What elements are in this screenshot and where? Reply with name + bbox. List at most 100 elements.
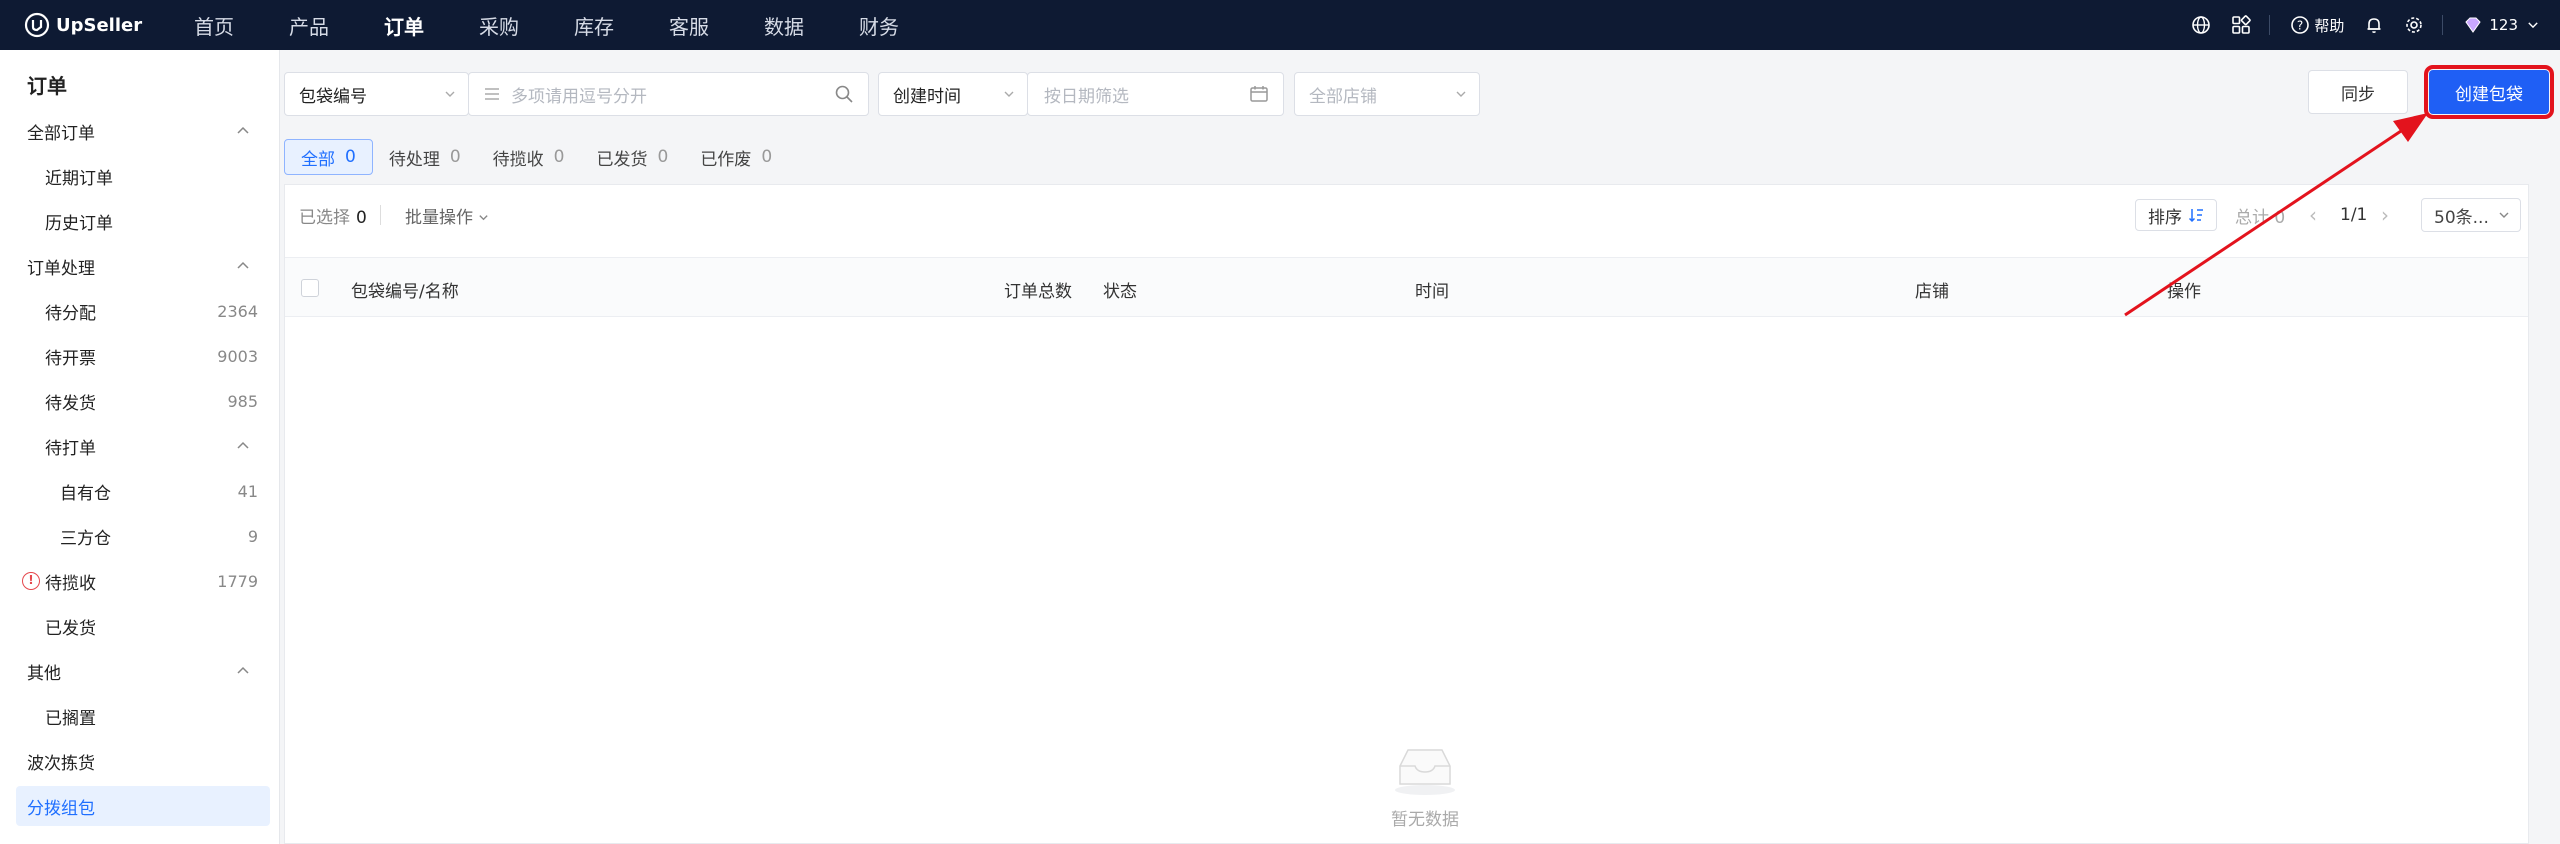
sidebar-item-label: 待分配: [45, 303, 96, 324]
tab-count: 0: [345, 147, 356, 167]
sidebar-item-third-party-warehouse[interactable]: 三方仓 9: [0, 516, 280, 556]
column-header-store: 店铺: [1915, 282, 1949, 302]
sidebar-item-label: 自有仓: [60, 483, 111, 504]
nav-data[interactable]: 数据: [764, 11, 804, 40]
tab-label: 全部: [301, 149, 335, 170]
sidebar-item-wave-picking[interactable]: 波次拣货: [0, 741, 280, 781]
sidebar-item-shipped[interactable]: 已发货: [0, 606, 280, 646]
nav-purchase[interactable]: 采购: [479, 11, 519, 40]
page-size-value: 50条...: [2434, 207, 2489, 228]
sidebar-item-label: 近期订单: [45, 168, 113, 189]
prev-page-button[interactable]: ‹: [2309, 203, 2317, 227]
calendar-icon: [1250, 86, 1268, 102]
sort-button[interactable]: 排序: [2135, 199, 2217, 231]
store-select[interactable]: 全部店铺: [1294, 72, 1480, 116]
sidebar-item-to-assign[interactable]: 待分配 2364: [0, 291, 280, 331]
search-type-value: 包袋编号: [299, 86, 367, 107]
divider: [2442, 15, 2444, 35]
help-button[interactable]: ? 帮助: [2290, 15, 2344, 36]
batch-actions-dropdown[interactable]: 批量操作: [405, 203, 489, 228]
nav-products[interactable]: 产品: [289, 11, 329, 40]
sidebar-item-history-orders[interactable]: 历史订单: [0, 201, 280, 241]
nav-home[interactable]: 首页: [194, 11, 234, 40]
column-header-actions: 操作: [2167, 282, 2201, 302]
time-type-value: 创建时间: [893, 86, 961, 107]
tab-to-pickup[interactable]: 待揽收 0: [477, 139, 581, 175]
batch-label: 批量操作: [405, 207, 473, 228]
nav-inventory[interactable]: 库存: [574, 11, 614, 40]
nav-customer-service[interactable]: 客服: [669, 11, 709, 40]
time-type-select[interactable]: 创建时间: [878, 72, 1028, 116]
globe-icon: [2192, 16, 2211, 34]
main-nav: 首页 产品 订单 采购 库存 客服 数据 财务: [194, 11, 954, 40]
next-page-button[interactable]: ›: [2381, 203, 2389, 227]
top-navbar: UpSeller 首页 产品 订单 采购 库存 客服 数据 财务 ? 帮助 12…: [0, 0, 2560, 50]
settings-button[interactable]: [2404, 15, 2424, 35]
main-content: 包袋编号 多项请用逗号分开 创建时间 按日期筛选 全部店铺 同步 创建包袋 全部…: [284, 50, 2560, 844]
chevron-down-icon: [2528, 22, 2538, 29]
sidebar-item-count: 985: [227, 391, 258, 411]
date-range-input[interactable]: 按日期筛选: [1027, 72, 1284, 116]
diamond-vip-icon: [2465, 17, 2482, 33]
create-bag-button[interactable]: 创建包袋: [2424, 65, 2554, 119]
upseller-logo-icon: [24, 12, 50, 38]
sidebar-group-others[interactable]: 其他: [0, 651, 280, 691]
chevron-up-icon: [237, 261, 249, 269]
chevron-up-icon: [237, 441, 249, 449]
search-icon[interactable]: [834, 84, 854, 104]
select-all-checkbox[interactable]: [301, 279, 319, 297]
sync-button[interactable]: 同步: [2308, 70, 2408, 114]
tab-shipped[interactable]: 已发货 0: [580, 139, 684, 175]
nav-orders[interactable]: 订单: [384, 11, 424, 40]
nav-finance[interactable]: 财务: [859, 11, 899, 40]
question-icon: ?: [2291, 16, 2310, 34]
notification-button[interactable]: [2364, 15, 2384, 35]
apps-button[interactable]: [2231, 15, 2252, 35]
sidebar-group-to-print[interactable]: 待打单: [0, 426, 280, 466]
sidebar-title: 订单: [27, 74, 67, 98]
sidebar-item-label: 已搁置: [45, 708, 96, 729]
sidebar-group-all-orders[interactable]: 全部订单: [0, 111, 280, 151]
column-header-status: 状态: [1103, 282, 1137, 302]
tab-count: 0: [553, 147, 565, 167]
sidebar-item-recent-orders[interactable]: 近期订单: [0, 156, 280, 196]
sidebar-item-count: 1779: [217, 571, 258, 591]
warning-icon: !: [22, 572, 40, 590]
sidebar-item-shelved[interactable]: 已搁置: [0, 696, 280, 736]
tab-count: 0: [761, 147, 773, 167]
chevron-up-icon: [237, 666, 249, 674]
sidebar-item-label: 待发货: [45, 393, 96, 414]
bag-list-panel: 已选择 0 批量操作 排序 总计 0 ‹ 1/1 › 50条... 包袋编号/名称…: [284, 184, 2529, 844]
sidebar-item-own-warehouse[interactable]: 自有仓 41: [0, 471, 280, 511]
gear-icon: [2406, 17, 2423, 33]
sort-icon: [2188, 209, 2203, 223]
page-size-select[interactable]: 50条...: [2421, 198, 2521, 232]
sidebar-item-to-ship[interactable]: 待发货 985: [0, 381, 280, 421]
search-type-select[interactable]: 包袋编号: [284, 72, 469, 116]
language-button[interactable]: [2191, 15, 2211, 35]
tab-voided[interactable]: 已作废 0: [684, 139, 788, 175]
sidebar-item-to-pickup[interactable]: ! 待揽收 1779: [0, 561, 280, 601]
sidebar-group-order-processing[interactable]: 订单处理: [0, 246, 280, 286]
tab-label: 待揽收: [492, 149, 544, 170]
chevron-down-icon: [2499, 212, 2509, 218]
search-input[interactable]: 多项请用逗号分开: [468, 72, 869, 116]
tab-label: 已作废: [700, 149, 752, 170]
sidebar-item-sort-pack[interactable]: 分拨组包: [16, 786, 270, 826]
sidebar-item-label: 波次拣货: [27, 753, 95, 774]
column-header-bag: 包袋编号/名称: [351, 282, 459, 302]
brand-logo[interactable]: UpSeller: [24, 12, 154, 38]
user-name: 123: [2489, 16, 2518, 34]
sidebar-item-to-invoice[interactable]: 待开票 9003: [0, 336, 280, 376]
sidebar-item-count: 41: [237, 481, 258, 501]
tab-count: 0: [449, 147, 461, 167]
tab-label: 已发货: [596, 149, 648, 170]
user-menu[interactable]: 123: [2463, 15, 2540, 35]
sidebar-item-label: 三方仓: [60, 528, 111, 549]
tab-pending[interactable]: 待处理 0: [373, 139, 477, 175]
sidebar-item-count: 2364: [217, 301, 258, 321]
tab-count: 0: [657, 147, 669, 167]
brand-name: UpSeller: [56, 14, 143, 36]
column-header-order-total: 订单总数: [1004, 282, 1072, 302]
tab-all[interactable]: 全部 0: [284, 139, 373, 175]
